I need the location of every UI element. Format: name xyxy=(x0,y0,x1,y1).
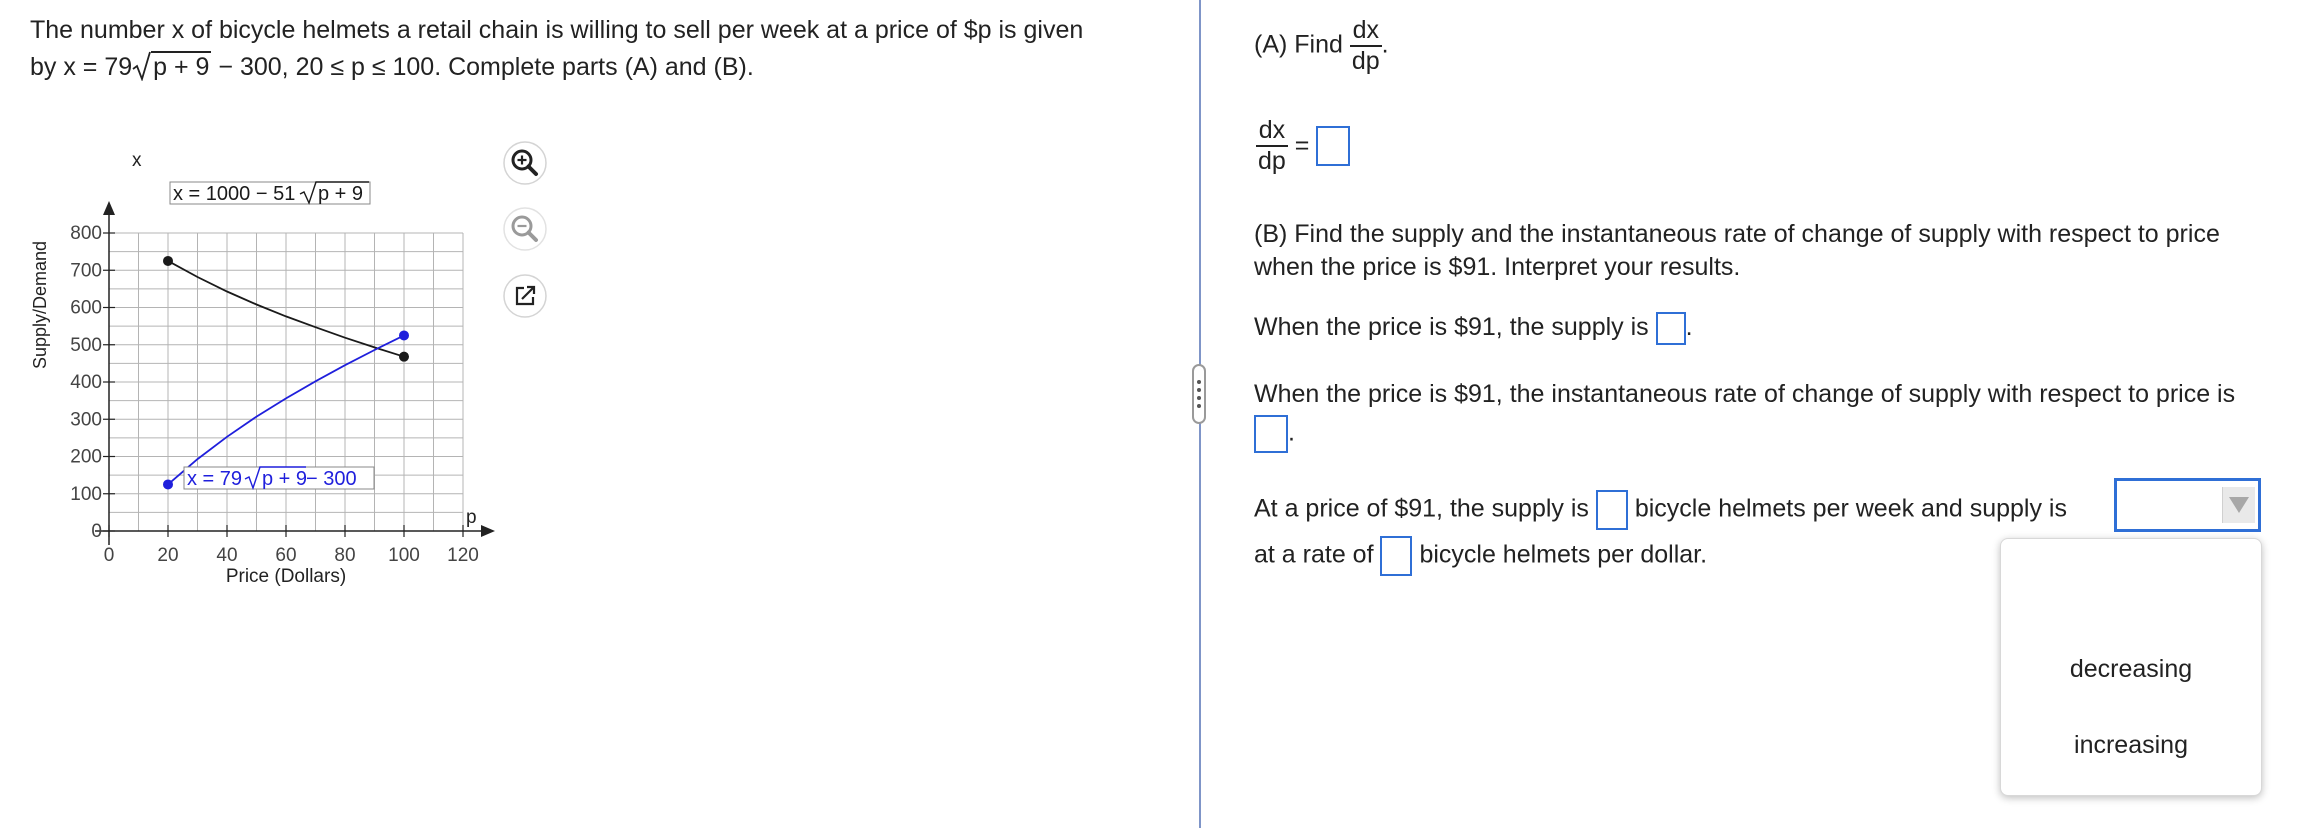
interpretation-row-1: At a price of $91, the supply is bicycle… xyxy=(1254,490,2067,530)
y-tick-label: 300 xyxy=(70,409,102,430)
zoom-in-icon[interactable] xyxy=(502,140,548,186)
radicand: p + 9 xyxy=(151,51,212,81)
supply-answer-box[interactable] xyxy=(1655,312,1686,345)
interp-supply-box[interactable] xyxy=(1595,490,1628,530)
part-a-den: dp xyxy=(1349,45,1382,75)
rate-period: . xyxy=(1288,418,1295,447)
part-b-line-1: (B) Find the supply and the instantaneou… xyxy=(1254,220,2220,248)
x-tick-label: 0 xyxy=(104,545,115,566)
part-a-prompt-text: (A) Find xyxy=(1254,30,1343,59)
supply-label-prefix: x = 79 xyxy=(187,468,242,490)
part-a-derivative: dx dp xyxy=(1349,16,1382,76)
interpretation-row-2: at a rate of bicycle helmets per dollar. xyxy=(1254,536,1707,576)
x-tick-label: 120 xyxy=(447,545,479,566)
interp-text-4: bicycle helmets per dollar. xyxy=(1419,540,1708,569)
answer-den: dp xyxy=(1256,145,1288,175)
interp-text-2: bicycle helmets per week and supply is xyxy=(1634,494,2067,523)
svg-text:x = 1000 − 51: x = 1000 − 51 xyxy=(173,183,295,205)
part-a-num: dx xyxy=(1352,16,1379,44)
zoom-out-icon[interactable] xyxy=(502,206,548,252)
x-axis-title: Price (Dollars) xyxy=(226,566,346,587)
problem-equation-suffix: − 300, 20 ≤ p ≤ 100. Complete parts (A) … xyxy=(211,53,754,81)
x-tick-label: 60 xyxy=(275,545,296,566)
tick-labels: 0 100 200 300 400 500 600 700 800 0 20 40 60 80 100 120 xyxy=(70,223,479,566)
part-b-prompt: (B) Find the supply and the instantaneou… xyxy=(1254,218,2220,284)
part-a-answer-row: dx dp = xyxy=(1256,116,1351,176)
direction-dropdown-menu: decreasing increasing xyxy=(2000,538,2262,796)
y-axis-arrow-icon xyxy=(103,201,115,215)
rate-row: . xyxy=(1254,415,1295,453)
y-tick-label: 100 xyxy=(70,484,102,505)
radical: p + 9 xyxy=(132,49,212,86)
x-tick-label: 100 xyxy=(388,545,420,566)
problem-line-2: by x = 79 p + 9 − 300, 20 ≤ p ≤ 100. Comp… xyxy=(30,49,1083,86)
interp-rate-box[interactable] xyxy=(1380,536,1413,576)
radical-sign-icon xyxy=(132,51,152,81)
option-decreasing[interactable]: decreasing xyxy=(2001,655,2261,684)
y-tick-label: 600 xyxy=(70,298,102,319)
part-a-period: . xyxy=(1381,30,1389,59)
demand-label-prefix: x = 1000 − 51 xyxy=(173,183,295,205)
supply-equation-label: x = 79 p + 9 − 300 xyxy=(183,466,375,491)
chevron-down-icon[interactable] xyxy=(2222,487,2255,523)
y-tick-label: 200 xyxy=(70,447,102,468)
supply-period: . xyxy=(1685,313,1693,342)
answer-derivative: dx dp xyxy=(1256,116,1288,176)
question-pane: The number x of bicycle helmets a retail… xyxy=(0,0,1199,828)
direction-select[interactable] xyxy=(2114,478,2261,532)
demand-label-radicand: p + 9 xyxy=(318,183,363,205)
y-tick-label: 0 xyxy=(91,521,102,542)
rate-answer-box[interactable] xyxy=(1254,415,1288,453)
problem-line-1: The number x of bicycle helmets a retail… xyxy=(30,16,1084,44)
problem-statement: The number x of bicycle helmets a retail… xyxy=(30,12,1083,86)
part-b-line-2: when the price is $91. Interpret your re… xyxy=(1254,253,1741,281)
y-axis-letter: x xyxy=(132,150,142,171)
x-axis-letter: p xyxy=(466,507,477,528)
y-tick-label: 800 xyxy=(70,223,102,244)
supply-sentence: When the price is $91, the supply is xyxy=(1254,313,1649,342)
supply-endpoint xyxy=(399,330,409,341)
dx-dp-answer-box[interactable] xyxy=(1316,126,1351,166)
y-axis-title: Supply/Demand xyxy=(30,241,50,369)
option-increasing[interactable]: increasing xyxy=(2001,731,2261,760)
supply-row: When the price is $91, the supply is . xyxy=(1254,312,1693,345)
rate-sentence: When the price is $91, the instantaneous… xyxy=(1254,380,2236,408)
interp-text-1: At a price of $91, the supply is xyxy=(1254,494,1589,523)
supply-endpoint xyxy=(163,479,173,490)
x-tick-label: 40 xyxy=(216,545,237,566)
problem-equation-prefix: by x = 79 xyxy=(30,53,133,81)
supply-demand-graph: 0 100 200 300 400 500 600 700 800 0 20 40 60 80 100 120… xyxy=(30,150,495,587)
external-link-icon[interactable] xyxy=(502,273,548,319)
demand-endpoint xyxy=(163,255,173,266)
x-tick-label: 20 xyxy=(157,545,178,566)
x-tick-label: 80 xyxy=(334,545,355,566)
answer-num: dx xyxy=(1258,116,1286,144)
demand-endpoint xyxy=(399,351,409,362)
y-tick-label: 700 xyxy=(70,260,102,281)
y-tick-label: 500 xyxy=(70,335,102,356)
interp-text-3: at a rate of xyxy=(1254,540,1374,569)
demand-equation-label: x = 1000 − 51 p + 9 xyxy=(169,181,371,205)
supply-label-suffix: − 300 xyxy=(306,468,357,490)
part-a-prompt: (A) Find dx dp. xyxy=(1254,16,1389,76)
equals-sign: = xyxy=(1294,131,1310,160)
supply-label-radicand: p + 9 xyxy=(262,468,307,490)
y-tick-label: 400 xyxy=(70,372,102,393)
x-axis-arrow-icon xyxy=(481,525,495,537)
